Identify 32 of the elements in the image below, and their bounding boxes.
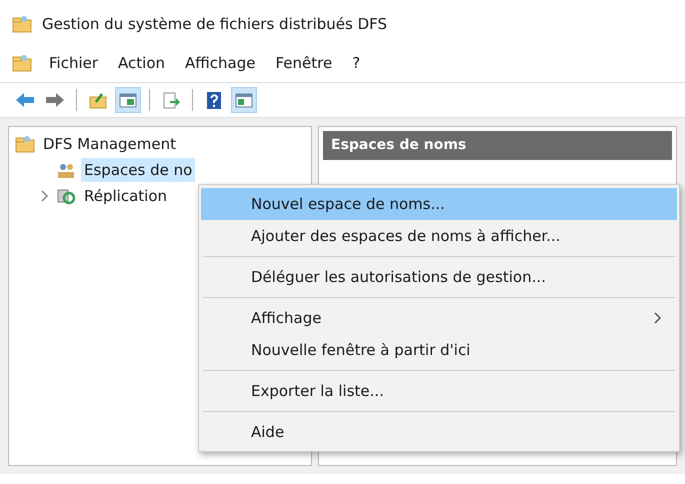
folder-arrow-icon [88, 91, 108, 109]
panel-icon [234, 91, 254, 109]
chevron-icon[interactable] [39, 189, 49, 203]
menu-item[interactable]: ? [349, 52, 364, 74]
tree-item[interactable]: Espaces de no [81, 158, 196, 182]
panel-icon [118, 91, 138, 109]
window-title: Gestion du système de fichiers distribués DFS [42, 14, 388, 35]
toolbar-button[interactable] [115, 87, 141, 113]
menu-item[interactable]: Fenêtre [272, 52, 336, 74]
menu-item[interactable]: Exporter la liste... [201, 375, 677, 407]
toolbar-button[interactable] [231, 87, 257, 113]
back-arrow-icon [15, 91, 35, 109]
menu-item[interactable]: Nouvelle fenêtre à partir d'ici [201, 334, 677, 366]
tree-item[interactable]: Réplication [81, 184, 170, 208]
help-icon [204, 91, 224, 109]
menu-item[interactable]: Affichage [201, 302, 677, 334]
folders-icon [15, 135, 35, 153]
menu-item[interactable]: Fichier [46, 52, 102, 74]
people-icon [56, 161, 76, 179]
folders-icon [12, 54, 32, 72]
menu-item[interactable]: Ajouter des espaces de noms à afficher... [201, 220, 677, 252]
forward-arrow-icon [45, 91, 65, 109]
menu-item[interactable]: Affichage [182, 52, 258, 74]
document-arrow-icon [161, 91, 181, 109]
menu-item[interactable]: Action [115, 52, 168, 74]
folders-icon [12, 15, 32, 33]
tree-item[interactable]: DFS Management [40, 132, 180, 156]
menu-item[interactable]: Aide [201, 416, 677, 448]
pane-header: Espaces de noms [323, 131, 672, 160]
menu-item[interactable]: Déléguer les autorisations de gestion... [201, 261, 677, 293]
server-sync-icon [56, 187, 76, 205]
menu-item[interactable]: Nouvel espace de noms... [201, 188, 677, 220]
